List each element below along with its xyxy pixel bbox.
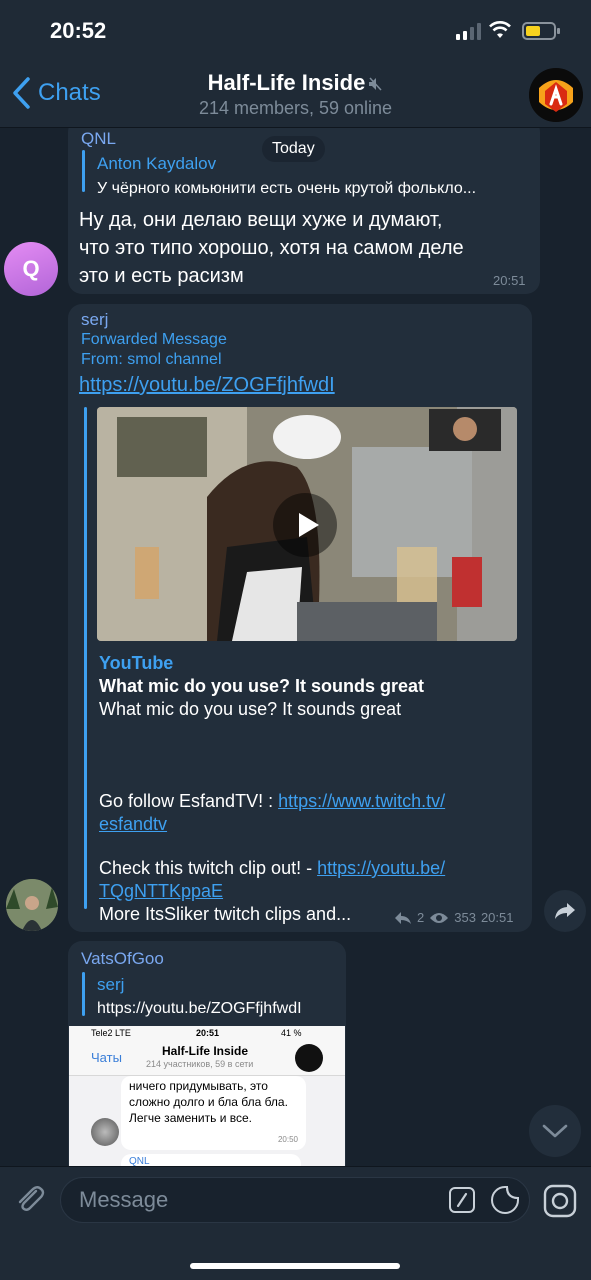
chat-title[interactable]: Half-Life Inside	[0, 70, 591, 96]
views-eye-icon	[430, 912, 449, 923]
user-photo-icon	[6, 879, 58, 931]
muted-icon	[369, 77, 382, 91]
scroll-to-bottom-button[interactable]	[529, 1105, 581, 1157]
reply-sender-name[interactable]: Anton Kaydalov	[97, 154, 216, 174]
wifi-icon	[489, 21, 511, 38]
group-avatar[interactable]	[529, 68, 583, 122]
status-time: 20:52	[50, 18, 107, 43]
reply-arrow-icon	[395, 911, 411, 924]
embedded-message-text: ничего придумывать, это сложно долго и б…	[129, 1079, 288, 1125]
embedded-group-avatar	[295, 1044, 323, 1072]
sender-name[interactable]: serj	[81, 310, 108, 330]
avatar[interactable]	[6, 879, 58, 931]
home-indicator	[190, 1263, 400, 1269]
play-button[interactable]	[273, 493, 337, 557]
youtube-clip-link[interactable]: https://youtu.be/	[317, 858, 445, 878]
avatar-letter: Q	[22, 256, 40, 281]
avatar[interactable]: Q	[4, 242, 58, 296]
instagram-camera-icon[interactable]	[542, 1183, 578, 1219]
follow-text: Go follow EsfandTV! :	[99, 791, 279, 811]
video-thumbnail[interactable]	[97, 407, 517, 641]
message-time: 20:51	[480, 910, 514, 925]
sender-name[interactable]: VatsOfGoo	[81, 949, 164, 969]
message-time: 20:51	[493, 273, 526, 288]
embedded-carrier: Tele2 LTE	[91, 1028, 131, 1038]
embedded-next-sender: QNL	[129, 1156, 150, 1166]
share-arrow-icon	[555, 903, 575, 919]
embedded-back: Чаты	[91, 1050, 122, 1065]
message-text-line: Ну да, они делаю вещи хуже и думают,	[79, 209, 443, 231]
chat-title-text: Half-Life Inside	[207, 70, 366, 95]
message-text-line: что это типо хорошо, хотя на самом деле	[79, 237, 464, 259]
message-meta: 2 353 20:51	[394, 910, 513, 925]
embedded-subtitle: 214 участников, 59 в сети	[146, 1059, 254, 1069]
reply-preview-text[interactable]: У чёрного комьюнити есть очень крутой фо…	[97, 180, 476, 198]
bot-commands-icon[interactable]	[448, 1186, 476, 1214]
chat-header: Chats Half-Life Inside 214 members, 59 o…	[0, 62, 591, 128]
twitch-link[interactable]: https://www.twitch.tv/	[278, 791, 445, 811]
paperclip-icon[interactable]	[12, 1181, 48, 1217]
link-preview-bar	[84, 407, 87, 909]
embedded-time: 20:51	[196, 1028, 220, 1038]
twitch-link-continued[interactable]: esfandtv	[99, 814, 167, 834]
embedded-title: Half-Life Inside	[162, 1044, 249, 1058]
reply-sender-name[interactable]: serj	[97, 975, 124, 995]
embedded-next-message: QNL	[121, 1154, 301, 1166]
status-bar: 20:52	[0, 0, 591, 62]
reply-count: 2	[417, 910, 425, 925]
composer-bar	[0, 1166, 591, 1280]
embedded-battery: 41 %	[281, 1028, 302, 1038]
photo-attachment[interactable]: Tele2 LTE 20:51 41 % Чаты Half-Life Insi…	[69, 1026, 345, 1166]
battery-icon	[522, 22, 560, 40]
view-count: 353	[454, 910, 476, 925]
embedded-nav-bar: Чаты Half-Life Inside 214 участников, 59…	[69, 1042, 345, 1076]
embedded-message-time: 20:50	[277, 1135, 298, 1144]
link-preview-more: More ItsSliker twitch clips and...	[99, 904, 352, 924]
link-preview-title: What mic do you use? It sounds great	[99, 676, 425, 696]
embedded-message: ничего придумывать, это сложно долго и б…	[121, 1076, 306, 1150]
message-text-line: это и есть расизм	[79, 265, 244, 287]
forwarded-from[interactable]: From: smol channel	[81, 350, 222, 370]
youtube-clip-link-continued[interactable]: TQgNTTKppaE	[99, 881, 223, 901]
reply-bar	[82, 150, 85, 192]
reply-preview-text[interactable]: https://youtu.be/ZOGFfjhfwdI	[97, 1000, 302, 1018]
message-link[interactable]: https://youtu.be/ZOGFfjhfwdI	[79, 371, 335, 399]
sticker-icon[interactable]	[490, 1185, 520, 1215]
embedded-avatar	[91, 1118, 119, 1146]
forwarded-label: Forwarded Message	[81, 331, 227, 348]
share-button[interactable]	[544, 890, 586, 932]
reply-bar	[82, 972, 85, 1016]
message-list[interactable]: Q QNL Anton Kaydalov У чёрного комьюнити…	[0, 128, 591, 1166]
link-preview-site: YouTube	[99, 653, 174, 673]
clip-text: Check this twitch clip out! -	[99, 858, 318, 878]
date-separator: Today	[262, 136, 325, 162]
half-life-logo-icon	[529, 68, 583, 122]
sender-name[interactable]: QNL	[81, 129, 116, 149]
chevron-down-icon	[542, 1124, 568, 1138]
link-preview-clip: Check this twitch clip out! - https://yo…	[99, 857, 509, 903]
cellular-signal-icon	[456, 22, 481, 40]
link-preview-follow: Go follow EsfandTV! : https://www.twitch…	[99, 790, 509, 836]
link-preview-description: What mic do you use? It sounds great	[99, 699, 402, 719]
embedded-status-bar: Tele2 LTE 20:51 41 %	[69, 1026, 345, 1042]
chat-subtitle: 214 members, 59 online	[198, 98, 393, 118]
